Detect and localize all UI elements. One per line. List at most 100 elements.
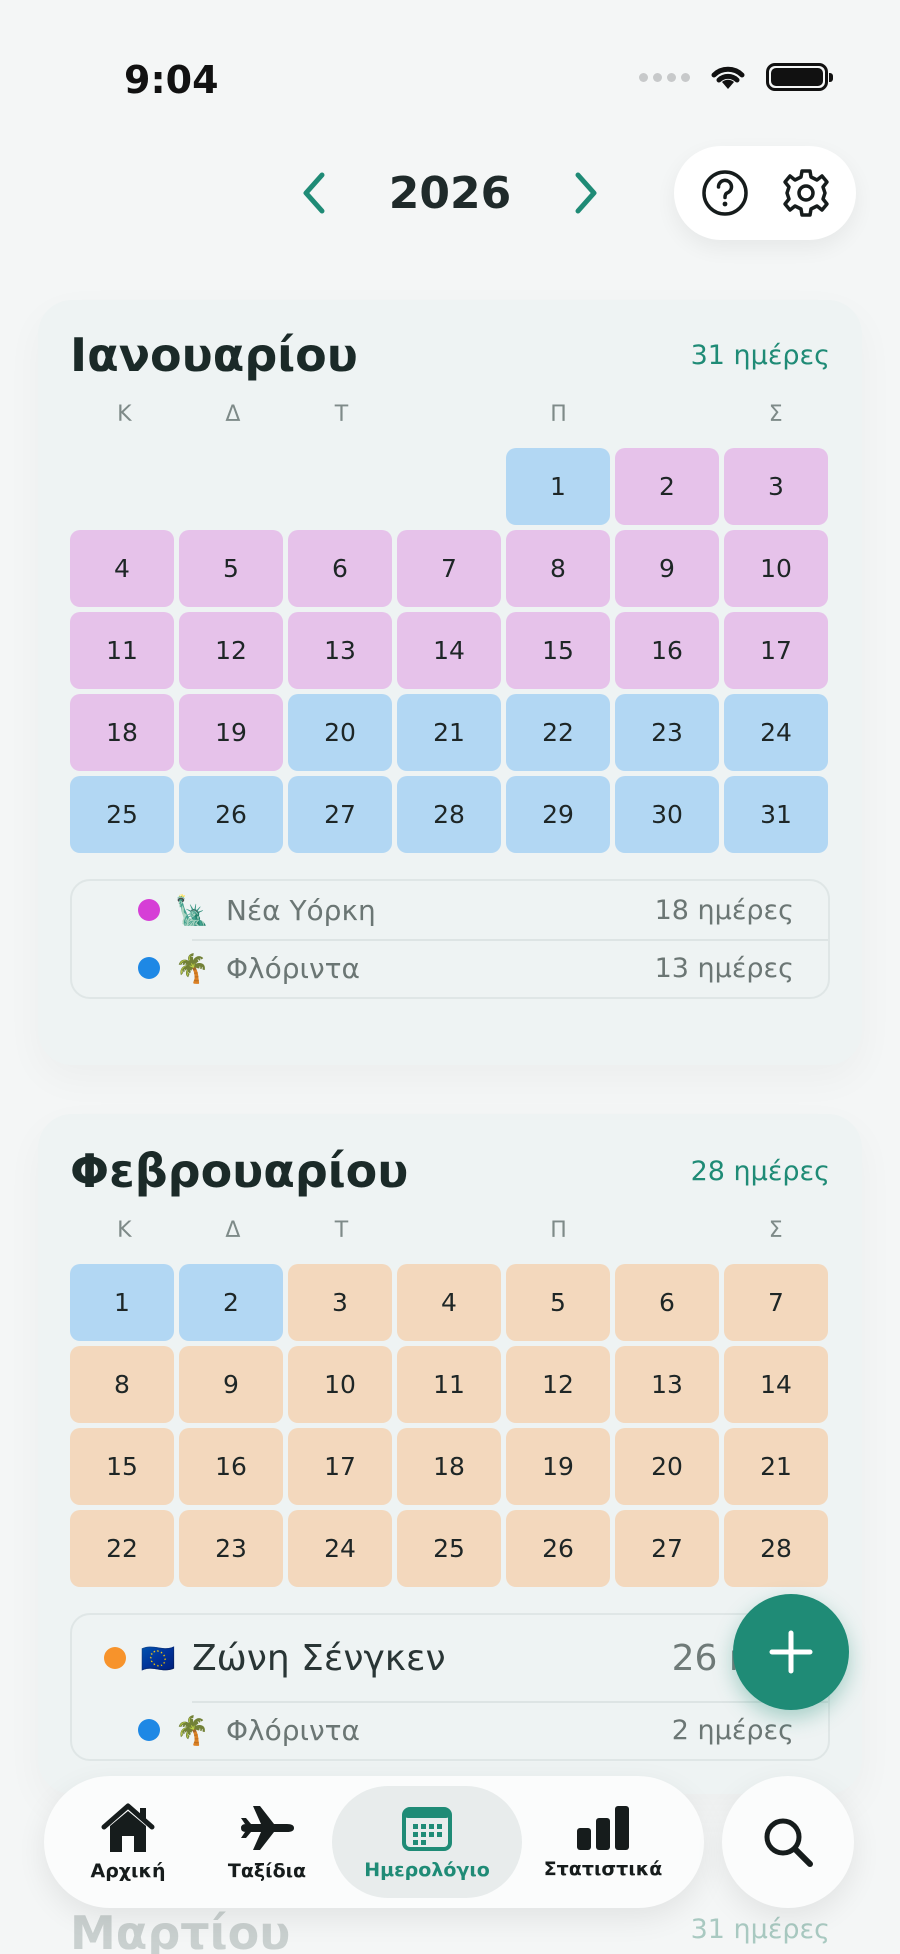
- nav-trips[interactable]: Ταξίδια: [202, 1786, 332, 1898]
- day-cell[interactable]: 24: [724, 694, 828, 771]
- day-cell[interactable]: 5: [506, 1264, 610, 1341]
- legend-row[interactable]: 🌴 Φλόριντα 13 ημέρες: [72, 939, 828, 997]
- month-title: Φεβρουαρίου: [70, 1144, 409, 1198]
- legend-row[interactable]: 🌴 Φλόριντα 2 ημέρες: [72, 1701, 828, 1759]
- days-grid: 1 2 3 4 5 6 7 8 9 10 11 12 13 14 15 16 17 18 19 20 21 22 23 24 2…: [70, 448, 830, 853]
- chevron-left-icon: [303, 172, 325, 214]
- days-grid: 1 2 3 4 5 6 7 8 9 10 11 12 13 14 15 16 17 18 19 20 21 22 23 24 2…: [70, 1264, 830, 1587]
- day-cell[interactable]: 28: [724, 1510, 828, 1587]
- day-cell[interactable]: 3: [288, 1264, 392, 1341]
- day-cell[interactable]: 12: [179, 612, 283, 689]
- day-cell[interactable]: 15: [506, 612, 610, 689]
- day-cell[interactable]: 21: [397, 694, 501, 771]
- day-cell[interactable]: 25: [397, 1510, 501, 1587]
- day-cell[interactable]: 4: [397, 1264, 501, 1341]
- day-cell[interactable]: 22: [506, 694, 610, 771]
- day-cell[interactable]: 1: [70, 1264, 174, 1341]
- search-button[interactable]: [722, 1776, 854, 1908]
- nav-label: Στατιστικά: [543, 1858, 663, 1880]
- day-cell[interactable]: 15: [70, 1428, 174, 1505]
- settings-button[interactable]: [776, 163, 836, 223]
- add-trip-button[interactable]: [733, 1594, 849, 1710]
- day-cell[interactable]: 22: [70, 1510, 174, 1587]
- nav-calendar[interactable]: Ημερολόγιο: [332, 1786, 522, 1898]
- day-cell[interactable]: 18: [70, 694, 174, 771]
- day-cell[interactable]: 10: [288, 1346, 392, 1423]
- month-legend: 🇪🇺Ζώνη Σένγκεν26 ημέ🌴Φλόριντα2 ημέρες: [70, 1613, 830, 1761]
- weekday-label: Δ: [225, 1218, 241, 1243]
- day-cell[interactable]: 17: [288, 1428, 392, 1505]
- header-actions: [674, 146, 856, 240]
- day-cell[interactable]: 19: [506, 1428, 610, 1505]
- day-cell[interactable]: 10: [724, 530, 828, 607]
- day-cell[interactable]: 8: [506, 530, 610, 607]
- battery-icon: [766, 63, 833, 91]
- day-cell[interactable]: 20: [615, 1428, 719, 1505]
- day-cell[interactable]: 6: [288, 530, 392, 607]
- day-cell[interactable]: 19: [179, 694, 283, 771]
- legend-destination-name: Νέα Υόρκη: [226, 893, 376, 927]
- help-button[interactable]: [695, 163, 755, 223]
- legend-color-dot: [138, 957, 160, 979]
- day-cell[interactable]: 14: [724, 1346, 828, 1423]
- day-cell[interactable]: 31: [724, 776, 828, 853]
- day-cell[interactable]: 27: [288, 776, 392, 853]
- day-cell[interactable]: 21: [724, 1428, 828, 1505]
- day-cell[interactable]: 23: [615, 694, 719, 771]
- weekday-label: Δ: [225, 402, 241, 427]
- month-day-count: 31 ημέρες: [690, 339, 830, 371]
- day-cell[interactable]: 7: [397, 530, 501, 607]
- year-label: 2026: [388, 167, 512, 219]
- day-cell[interactable]: 29: [506, 776, 610, 853]
- day-cell[interactable]: 16: [615, 612, 719, 689]
- month-legend: 🗽 Νέα Υόρκη 18 ημέρες 🌴 Φλόριντα 13 ημέρες: [70, 879, 830, 999]
- nav-home[interactable]: Αρχική: [54, 1786, 202, 1898]
- status-icons: [639, 62, 833, 92]
- month-card-february: Φεβρουαρίου 28 ημέρες ΚΔΤΠΣ 1 2 3 4 5 6 7 8 9 10 1…: [38, 1114, 862, 1794]
- weekday-label: [396, 1218, 505, 1246]
- day-cell[interactable]: 4: [70, 530, 174, 607]
- day-cell[interactable]: 14: [397, 612, 501, 689]
- nav-label: Ταξίδια: [227, 1860, 307, 1882]
- legend-row[interactable]: 🗽 Νέα Υόρκη 18 ημέρες: [72, 881, 828, 939]
- day-cell[interactable]: 20: [288, 694, 392, 771]
- day-cell[interactable]: 12: [506, 1346, 610, 1423]
- day-cell[interactable]: 7: [724, 1264, 828, 1341]
- calendar-icon: [402, 1807, 452, 1851]
- day-cell[interactable]: 28: [397, 776, 501, 853]
- gear-icon: [782, 169, 829, 217]
- day-cell[interactable]: 5: [179, 530, 283, 607]
- day-cell[interactable]: 30: [615, 776, 719, 853]
- weekday-label: Τ: [334, 1218, 349, 1243]
- day-placeholder: [70, 448, 174, 525]
- day-cell[interactable]: 17: [724, 612, 828, 689]
- day-cell[interactable]: 24: [288, 1510, 392, 1587]
- day-cell[interactable]: 11: [70, 612, 174, 689]
- day-cell[interactable]: 27: [615, 1510, 719, 1587]
- day-cell[interactable]: 9: [615, 530, 719, 607]
- day-cell[interactable]: 8: [70, 1346, 174, 1423]
- weekday-label: [613, 1218, 722, 1246]
- day-cell[interactable]: 18: [397, 1428, 501, 1505]
- day-cell[interactable]: 2: [615, 448, 719, 525]
- day-cell[interactable]: 13: [288, 612, 392, 689]
- day-cell[interactable]: 3: [724, 448, 828, 525]
- day-cell[interactable]: 11: [397, 1346, 501, 1423]
- bottom-navigation: Αρχική Ταξίδια Ημερολόγιο Στατιστικά: [44, 1776, 704, 1908]
- nav-stats[interactable]: Στατιστικά: [522, 1786, 684, 1898]
- weekday-header: ΚΔΤΠΣ: [70, 1218, 830, 1246]
- day-cell[interactable]: 25: [70, 776, 174, 853]
- day-cell[interactable]: 26: [506, 1510, 610, 1587]
- day-cell[interactable]: 6: [615, 1264, 719, 1341]
- next-year-button[interactable]: [560, 163, 610, 223]
- day-cell[interactable]: 9: [179, 1346, 283, 1423]
- day-cell[interactable]: 13: [615, 1346, 719, 1423]
- day-cell[interactable]: 26: [179, 776, 283, 853]
- day-cell[interactable]: 16: [179, 1428, 283, 1505]
- day-cell[interactable]: 1: [506, 448, 610, 525]
- day-cell[interactable]: 23: [179, 1510, 283, 1587]
- day-placeholder: [397, 448, 501, 525]
- day-cell[interactable]: 2: [179, 1264, 283, 1341]
- previous-year-button[interactable]: [290, 163, 340, 223]
- legend-row[interactable]: 🇪🇺Ζώνη Σένγκεν26 ημέ: [72, 1615, 828, 1701]
